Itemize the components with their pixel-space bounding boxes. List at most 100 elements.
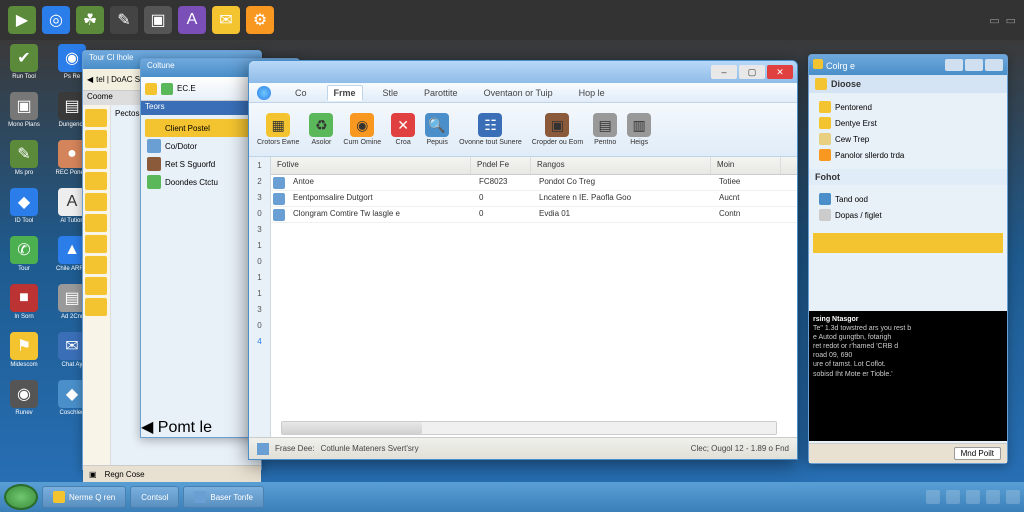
launcher-icon-3[interactable]: ☘ (76, 6, 104, 34)
ribbon-button[interactable]: ◉Curn Omine (343, 113, 381, 146)
folder-icon[interactable] (85, 298, 107, 316)
menu-tab[interactable]: Oventaon or Tuip (478, 86, 559, 100)
tray-icon[interactable] (966, 490, 980, 504)
menu-tab[interactable]: Co (289, 86, 313, 100)
ruler-num: 0 (257, 257, 261, 271)
launcher-icon-1[interactable]: ▶ (8, 6, 36, 34)
desktop-icon[interactable]: ◉Runev (4, 380, 44, 424)
maximize-button[interactable] (965, 59, 983, 71)
column-header[interactable]: Moin (711, 157, 781, 174)
ribbon-button[interactable]: ▥Heigs (627, 113, 651, 146)
taskbar-button[interactable]: Baser Tonfe (183, 486, 264, 508)
folder-icon[interactable] (85, 130, 107, 148)
folder-icon[interactable] (85, 109, 107, 127)
search-icon: 🔍 (425, 113, 449, 137)
tray-icon[interactable] (986, 490, 1000, 504)
desktop-icon[interactable]: ⚑Midescom (4, 332, 44, 376)
app-orb-icon[interactable] (257, 86, 271, 100)
launcher-icon-6[interactable]: A (178, 6, 206, 34)
launcher-icon-4[interactable]: ✎ (110, 6, 138, 34)
tray-icon[interactable] (946, 490, 960, 504)
ribbon-button[interactable]: ▣Cropder ou Eom (532, 113, 583, 146)
status-button[interactable]: Mnd Poilt (954, 447, 1001, 460)
desktop-icon[interactable]: ■In Sorn (4, 284, 44, 328)
ribbon-toolbar: ▦Crotors Ewne ♻Asolor ◉Curn Omine ✕Croa … (249, 103, 797, 157)
horizontal-scrollbar[interactable] (281, 421, 777, 435)
action-icon: ☷ (478, 113, 502, 137)
menu-tab[interactable]: Parottite (418, 86, 464, 100)
desktop-icon[interactable]: ▣Mono Plans (4, 92, 44, 136)
sys-icon[interactable]: ▭ (989, 14, 999, 27)
launcher-icon-7[interactable]: ✉ (212, 6, 240, 34)
taskbar-button[interactable]: Nerme Q ren (42, 486, 126, 508)
menu-tab-active[interactable]: Frme (327, 85, 363, 101)
action-icon: ▥ (627, 113, 651, 137)
item-icon (819, 209, 831, 221)
toolbar-icon[interactable] (145, 83, 157, 95)
scrollbar-thumb[interactable] (282, 422, 422, 434)
ribbon-button[interactable]: ♻Asolor (309, 113, 333, 146)
panel-item[interactable]: Cew Trep (815, 131, 1001, 147)
maximize-button[interactable]: ▢ (739, 65, 765, 79)
folder-icon[interactable] (85, 235, 107, 253)
column-header[interactable]: Rangos (531, 157, 711, 174)
table-row[interactable]: Clongram Comtire Tw lasgle e 0 Evdia 01 … (271, 207, 797, 223)
panel-item[interactable]: Dentye Erst (815, 115, 1001, 131)
desktop-icon[interactable]: ✔Run Tool (4, 44, 44, 88)
launcher-icon-5[interactable]: ▣ (144, 6, 172, 34)
folder-icon[interactable] (85, 193, 107, 211)
minimize-button[interactable]: – (711, 65, 737, 79)
menu-tab[interactable]: Hop le (573, 86, 611, 100)
minimize-button[interactable] (945, 59, 963, 71)
grid-header: Fotive Pndel Fe Rangos Moin (271, 157, 797, 175)
cell: Clongram Comtire Tw lasgle e (287, 207, 473, 222)
folder-icon[interactable] (85, 151, 107, 169)
desktop-icon[interactable]: ◆ID Tool (4, 188, 44, 232)
ribbon-button[interactable]: ▦Crotors Ewne (257, 113, 299, 146)
panel-item[interactable]: Tand ood (815, 191, 1001, 207)
cell: Lncatere n IE. Paofla Goo (533, 191, 713, 206)
column-header[interactable]: Pndel Fe (471, 157, 531, 174)
folder-icon[interactable] (85, 256, 107, 274)
panel-item[interactable]: Pentorend (815, 99, 1001, 115)
tray-icon[interactable] (926, 490, 940, 504)
status-text-right: Clec; Ougol 12 - 1.89 o Fnd (691, 444, 789, 453)
sys-icon[interactable]: ▭ (1006, 14, 1016, 27)
column-header[interactable]: Fotive (271, 157, 471, 174)
row-icon (273, 193, 285, 205)
taskbar-button[interactable]: Contsol (130, 486, 179, 508)
folder-icon[interactable] (85, 172, 107, 190)
table-row[interactable]: Antoe FC8023 Pondot Co Treg Totiee (271, 175, 797, 191)
ribbon-button[interactable]: ☷Ovonne tout Sunere (459, 113, 522, 146)
item-icon (819, 133, 831, 145)
close-button[interactable] (985, 59, 1003, 71)
menubar: Co Frme Stle Parottite Oventaon or Tuip … (249, 83, 797, 103)
window-titlebar[interactable]: Colrg e (809, 55, 1007, 75)
ruler-num: 1 (257, 273, 261, 287)
menu-tab[interactable]: Stle (377, 86, 405, 100)
tray-icon[interactable] (1006, 490, 1020, 504)
desktop-icon[interactable]: ✎Ms pro (4, 140, 44, 184)
window-titlebar[interactable]: – ▢ ✕ (249, 61, 797, 83)
main-statusbar: Frase Dee: Cotlunle Mateners Svert'sry C… (249, 437, 797, 459)
start-button[interactable] (4, 484, 38, 510)
table-row[interactable]: Eentpomsalire Dutgort 0 Lncatere n IE. P… (271, 191, 797, 207)
toolbar-icon[interactable] (161, 83, 173, 95)
item-icon (819, 101, 831, 113)
ruler-num: 1 (257, 289, 261, 303)
back-icon[interactable]: ◀ (87, 75, 93, 84)
back-icon[interactable]: ◀ (141, 419, 153, 436)
cell: Totiee (713, 175, 783, 190)
folder-icon[interactable] (85, 277, 107, 295)
launcher-icon-2[interactable]: ◎ (42, 6, 70, 34)
ribbon-button[interactable]: ✕Croa (391, 113, 415, 146)
desktop-icon[interactable]: ✆Tour (4, 236, 44, 280)
launcher-icon-8[interactable]: ⚙ (246, 6, 274, 34)
folder-icon[interactable] (85, 214, 107, 232)
panel-item[interactable]: Panolor sllerdo trda (815, 147, 1001, 163)
close-button[interactable]: ✕ (767, 65, 793, 79)
ribbon-button[interactable]: ▤Pentno (593, 113, 617, 146)
console-output: rsing Ntasgor Te" 1.3d towstred ars you … (809, 311, 1007, 441)
panel-item[interactable]: Dopas / figlet (815, 207, 1001, 223)
ribbon-button[interactable]: 🔍Pepuis (425, 113, 449, 146)
